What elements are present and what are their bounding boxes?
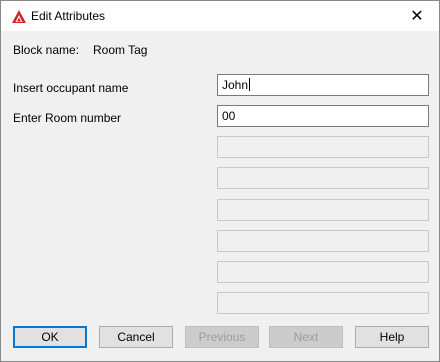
attribute-prompt-occupant: Insert occupant name	[13, 81, 129, 95]
occupant-name-input[interactable]: John	[217, 74, 429, 96]
next-button: Next	[269, 326, 343, 348]
attribute-empty-field-6	[217, 292, 429, 314]
cancel-button[interactable]: Cancel	[99, 326, 173, 348]
title-bar: Edit Attributes ✕	[1, 1, 439, 31]
ok-button[interactable]: OK	[13, 326, 87, 348]
room-number-input[interactable]: 00	[217, 105, 429, 127]
block-name-value: Room Tag	[93, 43, 148, 57]
attribute-empty-field-3	[217, 199, 429, 221]
window-title: Edit Attributes	[31, 9, 106, 23]
attribute-empty-field-5	[217, 261, 429, 283]
attribute-empty-field-1	[217, 136, 429, 158]
attribute-empty-field-4	[217, 230, 429, 252]
autocad-logo-icon	[11, 9, 27, 25]
block-name-label: Block name:	[13, 43, 80, 57]
edit-attributes-dialog: Edit Attributes ✕ Block name: Room Tag I…	[0, 0, 440, 362]
close-icon[interactable]: ✕	[395, 1, 439, 31]
text-caret	[249, 78, 251, 91]
attribute-prompt-room-number: Enter Room number	[13, 111, 122, 125]
help-button[interactable]: Help	[355, 326, 429, 348]
occupant-name-value: John	[222, 78, 249, 92]
attribute-empty-field-2	[217, 167, 429, 189]
previous-button: Previous	[185, 326, 259, 348]
room-number-value: 00	[222, 109, 236, 123]
